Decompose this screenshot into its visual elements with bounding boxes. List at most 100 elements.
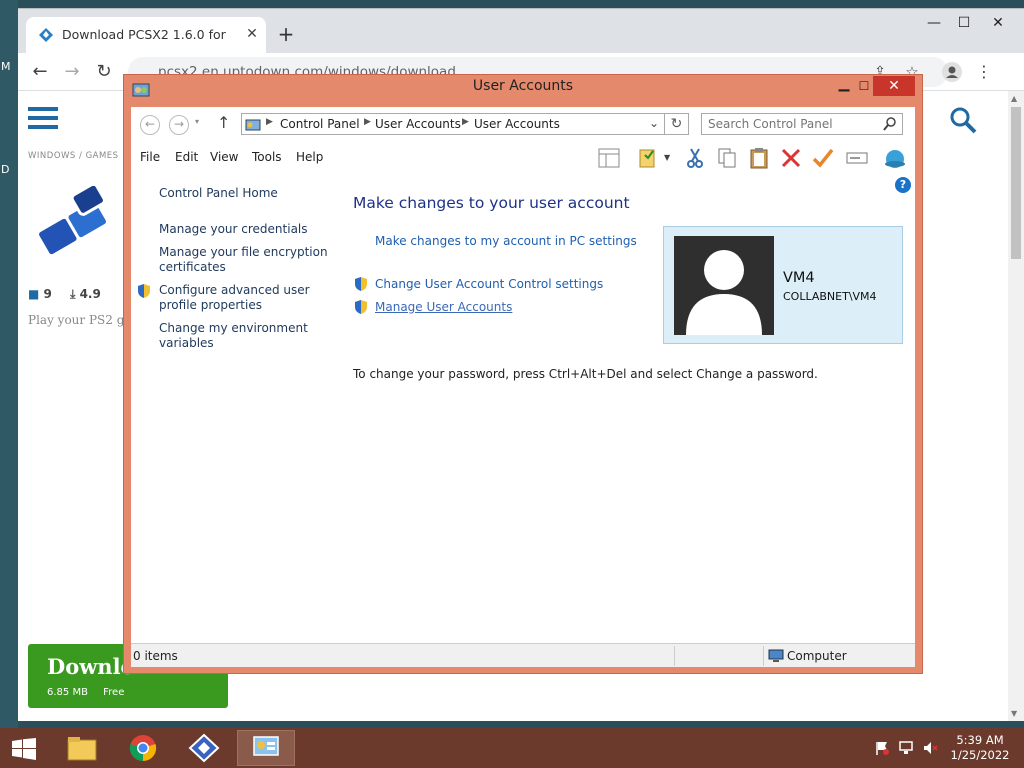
scroll-down-icon[interactable]: ▼ <box>1011 709 1017 718</box>
tab-close-icon[interactable]: ✕ <box>242 24 262 44</box>
volume-muted-icon[interactable] <box>922 740 938 756</box>
user-accounts-window: User Accounts ▁ ☐ ✕ ← → ▾ ↑ ▶ Control Pa… <box>123 74 923 674</box>
reload-icon[interactable]: ↻ <box>92 61 116 83</box>
page-scrollbar[interactable]: ▲ ▼ <box>1008 91 1024 721</box>
manage-credentials-link[interactable]: Manage your credentials <box>159 222 329 237</box>
control-panel-home-link[interactable]: Control Panel Home <box>159 186 329 201</box>
browser-minimize-button[interactable]: — <box>918 11 950 35</box>
folder-options-icon[interactable] <box>637 146 661 170</box>
browser-menu-icon[interactable]: ⋮ <box>972 61 996 83</box>
menu-view[interactable]: View <box>210 150 238 164</box>
chrome-taskbar-button[interactable] <box>115 730 173 766</box>
user-domain: COLLABNET\VM4 <box>783 290 877 303</box>
search-box <box>701 113 903 135</box>
new-tab-icon[interactable]: + <box>274 23 298 47</box>
breadcrumb[interactable]: WINDOWS / GAMES <box>28 151 119 161</box>
app-stats: ■ 9 ⤓ 4.9 <box>28 287 101 302</box>
search-icon[interactable] <box>948 105 978 135</box>
hamburger-menu-icon[interactable] <box>28 107 58 129</box>
user-silhouette-icon <box>686 250 762 335</box>
browser-close-button[interactable]: ✕ <box>982 11 1014 35</box>
uac-shield-icon <box>138 284 150 298</box>
tab-title: Download PCSX2 1.6.0 for Windows <box>62 27 230 42</box>
status-divider <box>763 646 764 666</box>
breadcrumb-user-accounts-current[interactable]: User Accounts <box>474 117 560 131</box>
main-content: ? Control Panel Home Manage your credent… <box>131 173 915 643</box>
download-label: Downlo <box>47 654 135 679</box>
copy-icon[interactable] <box>715 146 739 170</box>
up-arrow-icon[interactable]: ↑ <box>217 113 230 132</box>
scroll-up-icon[interactable]: ▲ <box>1011 94 1017 103</box>
browser-tab[interactable]: Download PCSX2 1.6.0 for Windows ✕ <box>26 17 266 53</box>
desktop-icon-label[interactable]: D <box>1 163 9 176</box>
pcsx2-logo-icon <box>36 186 110 258</box>
rating-value: 4.9 <box>79 287 101 301</box>
network-icon[interactable] <box>898 740 914 756</box>
rename-icon[interactable] <box>845 146 869 170</box>
environment-variables-link[interactable]: Change my environment variables <box>159 321 329 351</box>
desktop-icon-label[interactable]: M <box>1 60 11 73</box>
desktop-background: M D <box>0 0 18 728</box>
scroll-thumb[interactable] <box>1011 107 1021 259</box>
menu-tools[interactable]: Tools <box>252 150 282 164</box>
browser-maximize-button[interactable]: ☐ <box>948 11 980 35</box>
computer-icon <box>768 649 784 662</box>
profile-avatar-icon[interactable] <box>942 62 962 82</box>
menu-help[interactable]: Help <box>296 150 323 164</box>
menu-file[interactable]: File <box>140 150 160 164</box>
menu-bar: File Edit View Tools Help ▼ <box>131 143 915 173</box>
download-meta: 6.85 MB Free <box>47 687 124 698</box>
help-icon[interactable]: ? <box>895 177 911 193</box>
tab-strip: Download PCSX2 1.6.0 for Windows ✕ + — ☐… <box>18 9 1024 53</box>
search-icon[interactable] <box>882 116 898 132</box>
download-count-icon: ⤓ <box>70 287 76 301</box>
comment-count: 9 <box>43 287 52 301</box>
address-breadcrumb[interactable]: ▶ Control Panel ▶ User Accounts ▶ User A… <box>241 113 665 135</box>
item-count: 0 items <box>133 649 178 663</box>
action-center-flag-icon[interactable] <box>874 740 890 756</box>
folder-icon <box>67 737 97 761</box>
password-instructions: To change your password, press Ctrl+Alt+… <box>353 367 818 381</box>
layout-pane-icon[interactable] <box>597 146 621 170</box>
back-button[interactable]: ← <box>140 115 160 135</box>
breadcrumb-user-accounts[interactable]: User Accounts <box>375 117 461 131</box>
uptodown-favicon-icon <box>39 28 53 42</box>
taskbar-clock[interactable]: 5:39 AM 1/25/2022 <box>944 733 1016 763</box>
manage-user-accounts-link[interactable]: Manage User Accounts <box>375 300 512 314</box>
delete-icon[interactable] <box>779 146 803 170</box>
refresh-button[interactable]: ↻ <box>665 113 689 135</box>
forward-arrow-icon[interactable]: → <box>60 61 84 83</box>
search-input[interactable] <box>702 114 880 134</box>
navigation-bar: ← → ▾ ↑ ▶ Control Panel ▶ User Accounts … <box>131 107 915 143</box>
file-encryption-link[interactable]: Manage your file encryption certificates <box>159 245 329 275</box>
folder-dropdown-icon[interactable]: ▼ <box>664 153 670 162</box>
pcsx2-taskbar-button[interactable] <box>176 730 234 766</box>
advanced-profile-link[interactable]: Configure advanced user profile properti… <box>159 283 329 313</box>
status-divider <box>674 646 675 666</box>
user-account-card: VM4 COLLABNET\VM4 <box>663 226 903 344</box>
pc-settings-link[interactable]: Make changes to my account in PC setting… <box>375 234 637 248</box>
chevron-right-icon[interactable]: ▶ <box>364 117 371 127</box>
control-panel-taskbar-button[interactable] <box>237 730 295 766</box>
pcsx2-icon <box>188 733 220 763</box>
chevron-right-icon[interactable]: ▶ <box>266 117 273 127</box>
properties-check-icon[interactable] <box>811 146 835 170</box>
control-panel-globe-icon[interactable] <box>883 146 907 170</box>
address-dropdown-icon[interactable]: ⌄ <box>649 116 659 130</box>
menu-edit[interactable]: Edit <box>175 150 198 164</box>
forward-button[interactable]: → <box>169 115 189 135</box>
file-explorer-taskbar-button[interactable] <box>54 730 112 766</box>
clock-time: 5:39 AM <box>956 733 1004 747</box>
paste-icon[interactable] <box>747 146 771 170</box>
back-arrow-icon[interactable]: ← <box>28 61 52 83</box>
page-title: Make changes to your user account <box>353 194 630 212</box>
comments-icon: ■ <box>28 287 40 301</box>
chevron-right-icon[interactable]: ▶ <box>462 117 469 127</box>
breadcrumb-control-panel[interactable]: Control Panel <box>280 117 360 131</box>
cut-icon[interactable] <box>683 146 707 170</box>
chrome-icon <box>129 735 157 762</box>
windows-start-icon[interactable] <box>12 738 36 760</box>
close-button[interactable]: ✕ <box>873 76 915 96</box>
recent-locations-icon[interactable]: ▾ <box>195 117 199 126</box>
uac-settings-link[interactable]: Change User Account Control settings <box>375 277 603 291</box>
